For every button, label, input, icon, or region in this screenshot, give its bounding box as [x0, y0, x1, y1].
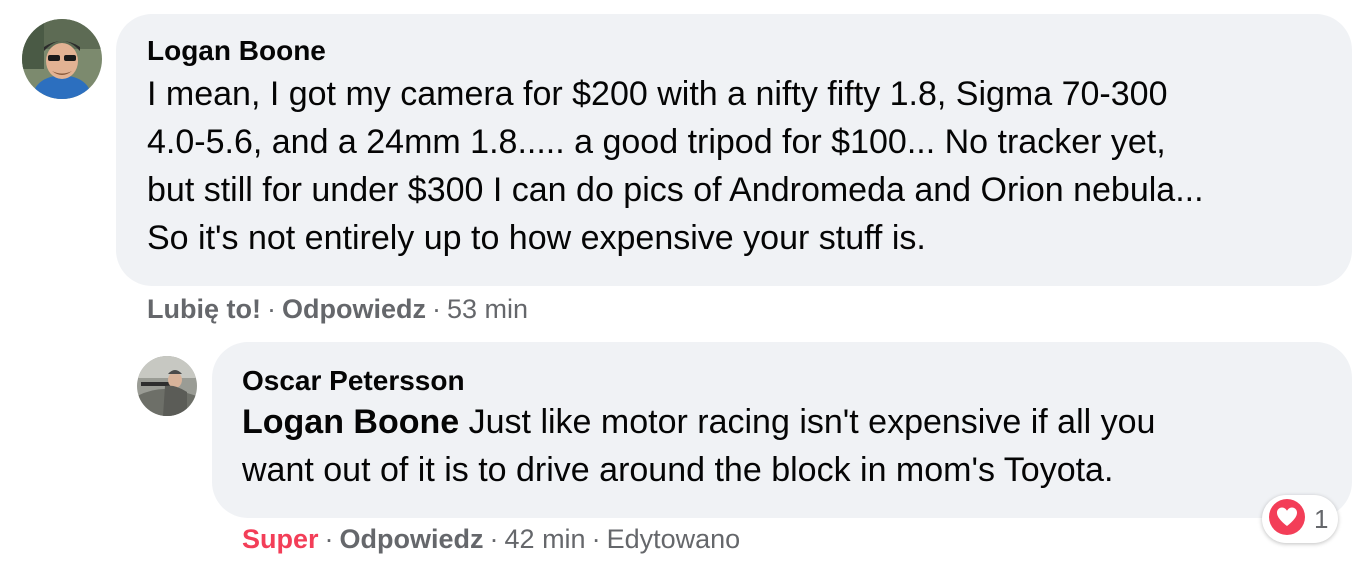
comment-text-line: Logan Boone Just like motor racing isn't…	[242, 398, 1322, 446]
comment-author[interactable]: Logan Boone	[147, 34, 1322, 68]
avatar-logan-boone[interactable]	[22, 19, 102, 99]
like-button[interactable]: Lubię to!	[147, 294, 261, 324]
comment-text-line: want out of it is to drive around the bl…	[242, 451, 1114, 489]
timestamp[interactable]: 42 min	[505, 524, 586, 554]
edited-label[interactable]: Edytowano	[607, 524, 741, 554]
comment-author[interactable]: Oscar Petersson	[242, 364, 1322, 398]
comment-actions: Super · Odpowiedz · 42 min · Edytowano	[242, 522, 740, 556]
comment-bubble-logan-boone: Logan Boone I mean, I got my camera for …	[116, 14, 1352, 286]
separator: ·	[324, 524, 334, 554]
comment-bubble-oscar-petersson: Oscar Petersson Logan Boone Just like mo…	[212, 342, 1352, 518]
timestamp[interactable]: 53 min	[447, 294, 528, 324]
comment-text-segment: Just like motor racing isn't expensive i…	[459, 403, 1156, 441]
reply-button[interactable]: Odpowiedz	[282, 294, 426, 324]
separator: ·	[266, 294, 276, 324]
heart-icon	[1268, 498, 1306, 541]
comment-text: Logan Boone Just like motor racing isn't…	[242, 398, 1322, 494]
separator: ·	[431, 294, 441, 324]
comment-text: I mean, I got my camera for $200 with a …	[147, 70, 1322, 262]
separator: ·	[489, 524, 499, 554]
reply-button[interactable]: Odpowiedz	[340, 524, 484, 554]
comment-text-line: 4.0-5.6, and a 24mm 1.8..... a good trip…	[147, 123, 1166, 161]
comment-actions: Lubię to! · Odpowiedz · 53 min	[147, 292, 528, 326]
separator: ·	[591, 524, 601, 554]
reaction-count: 1	[1314, 503, 1329, 534]
comment-text-line: I mean, I got my camera for $200 with a …	[147, 75, 1168, 113]
comment-text-line: So it's not entirely up to how expensive…	[147, 219, 926, 257]
mention-link[interactable]: Logan Boone	[242, 403, 459, 441]
avatar-oscar-petersson[interactable]	[137, 356, 197, 416]
like-button[interactable]: Super	[242, 524, 319, 554]
reaction-summary[interactable]: 1	[1262, 495, 1339, 543]
comment-text-line: but still for under $300 I can do pics o…	[147, 171, 1204, 209]
